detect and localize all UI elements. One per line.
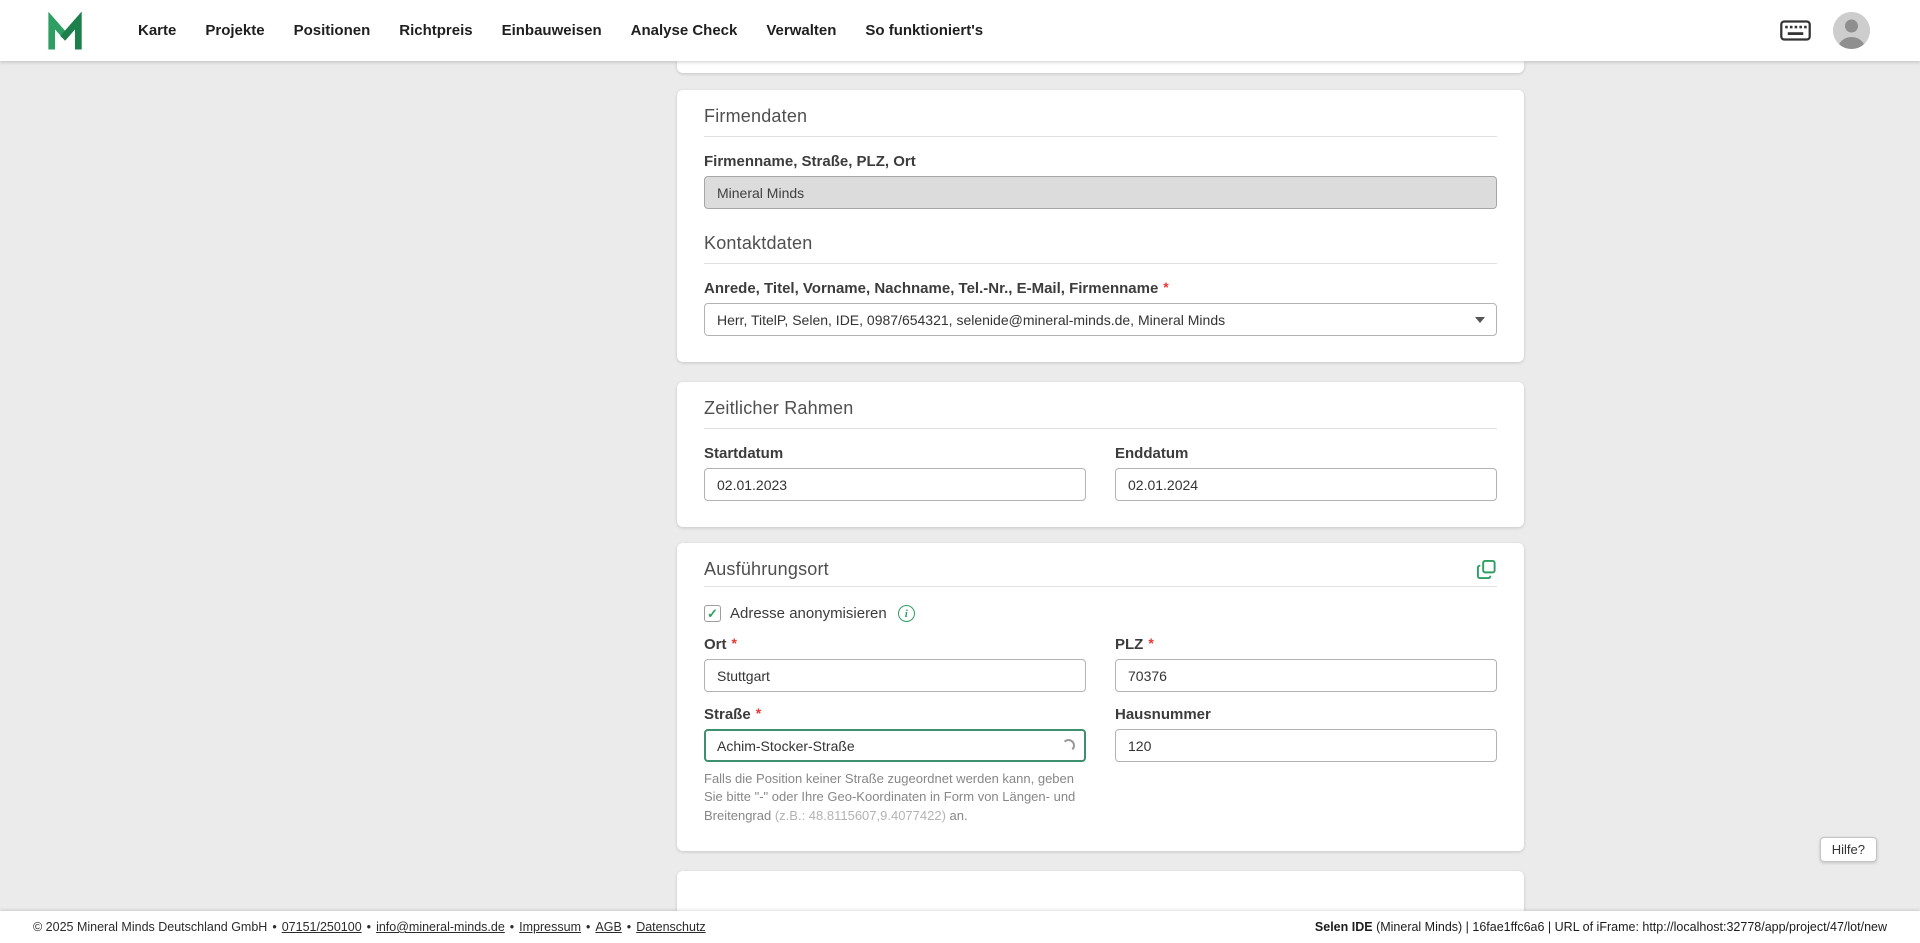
enddatum-label: Enddatum <box>1115 445 1497 462</box>
nav-item-verwalten[interactable]: Verwalten <box>766 22 836 39</box>
firmendaten-card: Firmendaten Firmenname, Straße, PLZ, Ort… <box>677 90 1524 362</box>
kontakt-select-wrap: Herr, TitelP, Selen, IDE, 0987/654321, s… <box>704 303 1497 336</box>
footer-app-name: Selen IDE <box>1314 920 1373 934</box>
anonymize-row: ✓ Adresse anonymisieren i <box>704 605 1497 622</box>
zeitraum-title: Zeitlicher Rahmen <box>704 398 1497 429</box>
ort-plz-row: Ort * PLZ * <box>704 622 1497 692</box>
hausnummer-input[interactable] <box>1115 729 1497 762</box>
enddatum-label-text: Enddatum <box>1115 445 1189 462</box>
ort-label-text: Ort <box>704 636 727 653</box>
content-area: Firmendaten Firmenname, Straße, PLZ, Ort… <box>0 61 1920 911</box>
required-marker: * <box>731 635 737 651</box>
kontakt-label-text: Anrede, Titel, Vorname, Nachname, Tel.-N… <box>704 280 1159 297</box>
card-partial-bottom <box>677 871 1524 911</box>
plz-label-text: PLZ <box>1115 636 1144 653</box>
startdatum-label-text: Startdatum <box>704 445 784 462</box>
kontaktdaten-title: Kontaktdaten <box>704 233 1497 264</box>
info-icon-glyph: i <box>904 607 908 620</box>
top-nav-bar: Karte Projekte Positionen Richtpreis Ein… <box>0 0 1920 61</box>
nav-item-analyse-check[interactable]: Analyse Check <box>631 22 738 39</box>
footer-info: Selen IDE (Mineral Minds) | 16fae1ffc6a6… <box>1315 920 1887 934</box>
nav-item-karte[interactable]: Karte <box>138 22 176 39</box>
mineral-minds-logo[interactable] <box>46 11 84 50</box>
keyboard-icon[interactable] <box>1780 20 1811 41</box>
strasse-hint-coords: (z.B.: 48.8115607,9.4077422) <box>774 807 946 823</box>
footer-link-phone[interactable]: 07151/250100 <box>282 920 362 934</box>
strasse-input-wrap <box>704 729 1086 762</box>
footer-link-email[interactable]: info@mineral-minds.de <box>376 920 505 934</box>
ort-label: Ort * <box>704 635 1086 653</box>
check-icon: ✓ <box>707 606 718 621</box>
plz-input[interactable] <box>1115 659 1497 692</box>
startdatum-label: Startdatum <box>704 445 1086 462</box>
strasse-field: Straße * Falls die Position keiner Straß… <box>704 692 1086 825</box>
hausnummer-label: Hausnummer <box>1115 706 1497 723</box>
separator: • <box>586 920 591 934</box>
nav-item-einbauweisen[interactable]: Einbauweisen <box>502 22 602 39</box>
separator: • <box>366 920 372 934</box>
logo-m-icon <box>48 11 82 50</box>
copy-icon[interactable] <box>1476 559 1497 580</box>
ausfuehrungsort-card: Ausführungsort ✓ Adresse anonymisieren i <box>677 543 1524 852</box>
info-icon[interactable]: i <box>897 605 915 622</box>
firmenname-label-text: Firmenname, Straße, PLZ, Ort <box>704 153 916 170</box>
kontakt-label: Anrede, Titel, Vorname, Nachname, Tel.-N… <box>704 279 1497 297</box>
firmendaten-title: Firmendaten <box>704 106 1497 137</box>
strasse-label-text: Straße <box>704 706 751 723</box>
form-column: Firmendaten Firmenname, Straße, PLZ, Ort… <box>677 61 1524 911</box>
hausnummer-label-text: Hausnummer <box>1115 706 1211 723</box>
main-nav: Karte Projekte Positionen Richtpreis Ein… <box>138 22 983 39</box>
anonymize-checkbox[interactable]: ✓ <box>704 605 721 622</box>
enddatum-input[interactable] <box>1115 468 1497 501</box>
footer-link-agb[interactable]: AGB <box>595 920 621 934</box>
footer-app-details: (Mineral Minds) | 16fae1ffc6a6 | URL of … <box>1372 920 1887 934</box>
required-marker: * <box>1163 279 1169 295</box>
ort-field: Ort * <box>704 622 1086 692</box>
kontakt-select[interactable]: Herr, TitelP, Selen, IDE, 0987/654321, s… <box>704 303 1497 336</box>
separator: • <box>272 920 277 934</box>
startdatum-field: Startdatum <box>704 429 1086 501</box>
zeitlicher-rahmen-card: Zeitlicher Rahmen Startdatum Enddatum <box>677 382 1524 527</box>
anonymize-label: Adresse anonymisieren <box>730 605 887 622</box>
topbar-right <box>1780 12 1870 49</box>
separator: • <box>509 920 515 934</box>
strasse-hausnummer-row: Straße * Falls die Position keiner Straß… <box>704 692 1497 825</box>
nav-item-so-funktionierts[interactable]: So funktioniert's <box>865 22 983 39</box>
required-marker: * <box>1148 635 1154 651</box>
card-partial-top <box>677 61 1524 73</box>
footer-left: © 2025 Mineral Minds Deutschland GmbH • … <box>33 920 706 934</box>
plz-field: PLZ * <box>1115 622 1497 692</box>
footer-link-datenschutz[interactable]: Datenschutz <box>636 920 705 934</box>
nav-item-positionen[interactable]: Positionen <box>294 22 371 39</box>
required-marker: * <box>755 705 762 721</box>
strasse-hint: Falls die Position keiner Straße zugeord… <box>704 770 1086 825</box>
help-button[interactable]: Hilfe? <box>1819 837 1877 862</box>
zeitraum-fields: Startdatum Enddatum <box>704 429 1497 501</box>
ort-input[interactable] <box>704 659 1086 692</box>
firmenname-label: Firmenname, Straße, PLZ, Ort <box>704 153 1497 170</box>
footer-copyright: © 2025 Mineral Minds Deutschland GmbH <box>33 920 268 934</box>
strasse-label: Straße * <box>704 705 1086 723</box>
firmenname-input <box>704 176 1497 209</box>
hausnummer-field: Hausnummer <box>1115 692 1497 825</box>
loading-spinner-icon <box>1062 739 1075 752</box>
separator: • <box>626 920 632 934</box>
user-avatar[interactable] <box>1833 12 1870 49</box>
ausfuehrungsort-title: Ausführungsort <box>704 559 829 579</box>
footer-link-impressum[interactable]: Impressum <box>519 920 581 934</box>
enddatum-field: Enddatum <box>1115 429 1497 501</box>
plz-label: PLZ * <box>1115 635 1497 653</box>
nav-item-richtpreis[interactable]: Richtpreis <box>399 22 472 39</box>
strasse-input[interactable] <box>704 729 1086 762</box>
strasse-hint-suffix: an. <box>949 807 968 823</box>
startdatum-input[interactable] <box>704 468 1086 501</box>
footer-bar: © 2025 Mineral Minds Deutschland GmbH • … <box>0 911 1920 943</box>
nav-item-projekte[interactable]: Projekte <box>205 22 264 39</box>
ausfuehrungsort-heading-row: Ausführungsort <box>704 559 1497 587</box>
